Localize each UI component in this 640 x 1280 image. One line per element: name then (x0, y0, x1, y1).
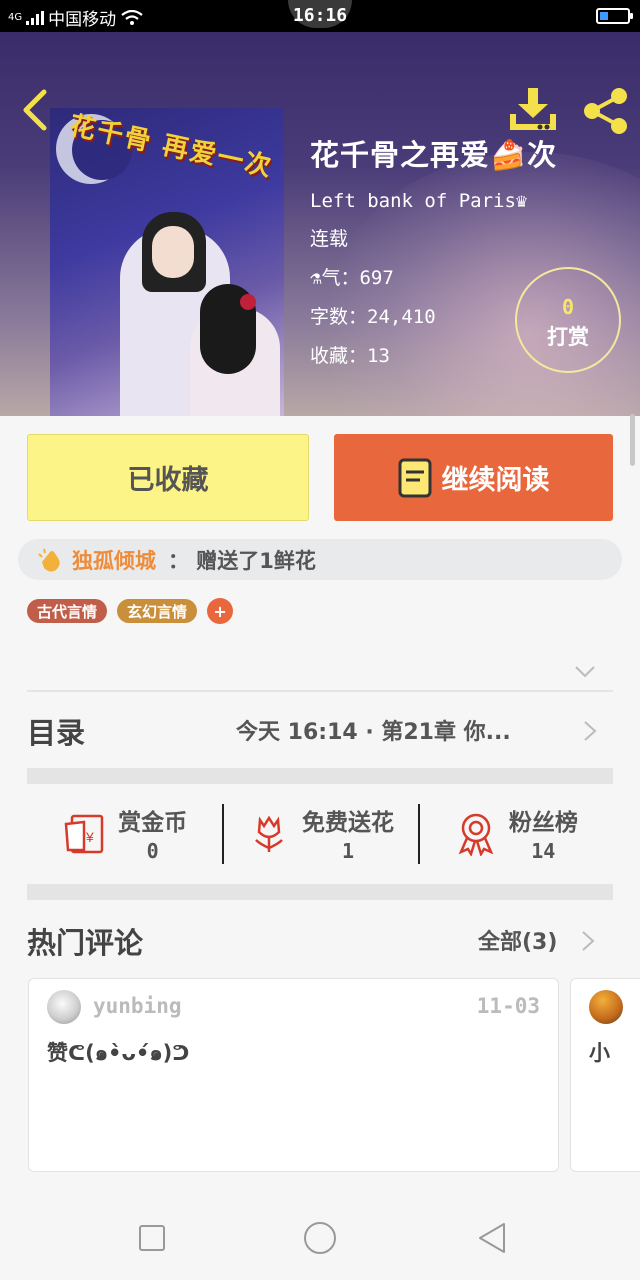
tip-count: 0 (561, 295, 575, 319)
book-cover: 花千骨 再爱一次 (50, 108, 284, 416)
tip-button[interactable]: 0 打赏 (515, 267, 621, 373)
back-arrow-icon[interactable] (18, 88, 54, 132)
section-divider (27, 768, 613, 784)
book-header: 花千骨 再爱一次 花千骨之再爱🍰次 Left bank of Paris♛ 连载… (0, 32, 640, 416)
tip-label: 打赏 (547, 325, 589, 349)
favorited-button[interactable]: 已收藏 (27, 434, 309, 521)
favorited-label: 已收藏 (127, 465, 209, 496)
gift-notice: 独孤倾城 ： 赠送了1鲜花 (18, 539, 622, 580)
comment-card[interactable]: yunbing 11-03 赞ᕦ(๑•̀ᴗ•́๑)ᕤ (28, 978, 559, 1172)
all-comments-link[interactable]: 全部(3) (478, 924, 557, 956)
stat-flowers-value: 1 (341, 839, 354, 863)
red-envelope-icon: ¥ (64, 814, 104, 854)
recent-apps-icon[interactable] (132, 1218, 172, 1258)
clap-icon (38, 548, 60, 572)
stat-flowers[interactable]: 免费送花 1 (222, 800, 417, 866)
latest-chapter[interactable]: 今天 16:14 · 第21章 你... (236, 714, 566, 746)
system-nav-bar (0, 1200, 640, 1280)
divider (27, 690, 613, 692)
flower-icon (255, 815, 283, 852)
popularity: ⚗气：697 (310, 267, 394, 289)
stat-coins-value: 0 (146, 839, 159, 863)
clock: 16:16 (292, 5, 348, 26)
toc-title[interactable]: 目录 (27, 710, 85, 752)
comment-text: 赞ᕦ(๑•̀ᴗ•́๑)ᕤ (47, 1041, 190, 1065)
scrollbar[interactable] (630, 414, 635, 466)
stat-fans-value: 14 (531, 839, 556, 863)
tag-ancient-romance[interactable]: 古代言情 (27, 599, 108, 623)
comment-user[interactable]: yunbing (93, 994, 182, 1018)
book-icon (398, 458, 431, 497)
back-icon[interactable] (472, 1218, 512, 1258)
comment-text: 小 (589, 1041, 610, 1065)
author-name[interactable]: Left bank of Paris♛ (310, 190, 557, 212)
download-icon[interactable] (506, 86, 560, 134)
comment-card[interactable]: 小 (570, 978, 640, 1172)
hot-comments-title: 热门评论 (27, 926, 144, 960)
tag-list: 古代言情 玄幻言情 + (27, 598, 234, 624)
continue-reading-button[interactable]: 继续阅读 (334, 434, 613, 521)
notice-user[interactable]: 独孤倾城 (72, 545, 156, 575)
chevron-right-icon[interactable] (581, 930, 595, 952)
add-tag-button[interactable]: + (207, 598, 234, 624)
stat-flowers-label: 免费送花 (301, 810, 394, 836)
avatar[interactable] (589, 990, 623, 1024)
stat-fans[interactable]: 粉丝榜 14 (417, 800, 613, 866)
stat-coins[interactable]: ¥ 赏金币 0 (27, 800, 222, 866)
section-divider (27, 884, 613, 900)
tag-fantasy-romance[interactable]: 玄幻言情 (117, 599, 198, 623)
battery-icon (596, 8, 633, 24)
status-bar: 4G 中国移动 16:16 (0, 0, 640, 32)
avatar[interactable] (47, 990, 81, 1024)
serial-status: 连载 (310, 228, 349, 250)
continue-reading-label: 继续阅读 (441, 465, 550, 496)
stat-fans-label: 粉丝榜 (508, 810, 578, 836)
medal-icon (458, 813, 494, 856)
share-icon[interactable] (580, 86, 630, 136)
comment-date: 11-03 (476, 994, 540, 1018)
stat-coins-label: 赏金币 (118, 810, 188, 836)
chevron-right-icon[interactable] (583, 720, 597, 742)
home-icon[interactable] (300, 1218, 340, 1258)
stats-row: ¥ 赏金币 0 免费送花 1 粉丝榜 14 (27, 800, 613, 866)
notice-text: ： 赠送了1鲜花 (168, 548, 316, 573)
book-title: 花千骨之再爱🍰次 (310, 138, 558, 172)
svg-text:¥: ¥ (85, 829, 94, 845)
chevron-down-icon[interactable] (574, 664, 596, 680)
